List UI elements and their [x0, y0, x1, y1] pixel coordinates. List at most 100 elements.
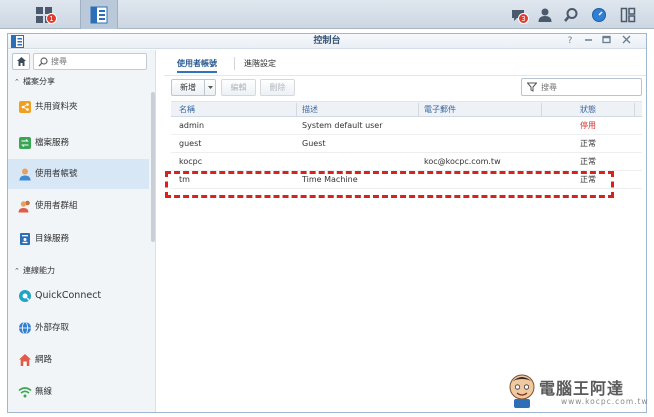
search-icon [564, 7, 578, 22]
table-row[interactable]: guest Guest 正常 [171, 135, 642, 153]
search-icon [38, 57, 48, 67]
notification-button[interactable]: 3 [506, 0, 530, 29]
help-button[interactable]: ? [564, 35, 576, 47]
sidebar-item-label: 無線 [35, 387, 53, 397]
section-connectivity[interactable]: ⌃ 連線能力 [14, 264, 55, 278]
close-button[interactable] [620, 35, 632, 47]
control-panel-window: 控制台 ? ⌃檔案分享 [7, 33, 647, 413]
resource-monitor-button[interactable] [588, 0, 610, 29]
column-divider [634, 103, 635, 116]
minimize-button[interactable] [582, 35, 594, 47]
sidebar-item-label: 網路 [35, 355, 53, 365]
sidebar-item-label: QuickConnect [35, 290, 102, 301]
column-header-email[interactable]: 電子郵件 [424, 102, 456, 117]
gauge-icon [592, 7, 606, 22]
maximize-icon [601, 35, 611, 44]
sidebar-item-quickconnect[interactable]: QuickConnect [8, 281, 149, 311]
watermark-text: 電腦王阿達 [539, 379, 625, 398]
sidebar-item-user-accounts[interactable]: 使用者帳號 [8, 159, 149, 189]
cell-name: guest [179, 139, 202, 148]
mascot-logo [509, 374, 535, 408]
user-icon [538, 8, 552, 22]
column-divider [541, 103, 542, 116]
sidebar-search-input[interactable] [51, 55, 141, 68]
cell-description: Time Machine [302, 175, 358, 184]
cell-email: koc@kocpc.com.tw [424, 157, 501, 166]
chevron-up-icon: ⌃ [14, 267, 20, 275]
table-row[interactable]: tm Time Machine 正常 [171, 171, 642, 189]
column-header-description[interactable]: 描述 [302, 102, 318, 117]
sidebar-search[interactable] [33, 53, 147, 70]
sidebar: ⌃檔案分享 共用資料夾 檔案服務 使用者帳號 [8, 50, 156, 412]
home-button[interactable] [12, 53, 30, 70]
cell-name: tm [179, 175, 190, 184]
column-divider [418, 103, 419, 116]
sidebar-item-directory-service[interactable]: 目錄服務 [8, 224, 149, 254]
wireless-icon [18, 387, 32, 398]
widgets-button[interactable] [617, 0, 639, 29]
search-button[interactable] [560, 0, 582, 29]
user-menu-button[interactable] [534, 0, 556, 29]
filter-search[interactable] [521, 78, 642, 96]
column-divider [296, 103, 297, 116]
tab-bar: 使用者帳號 進階設定 [164, 50, 646, 75]
quickconnect-icon [19, 290, 31, 302]
table-row[interactable]: admin System default user 停用 [171, 117, 642, 135]
cell-name: kocpc [179, 157, 203, 166]
sidebar-item-network[interactable]: 網路 [8, 345, 149, 375]
tab-advanced-settings[interactable]: 進階設定 [244, 54, 276, 73]
external-access-icon [19, 321, 31, 335]
sidebar-item-label: 目錄服務 [35, 234, 70, 244]
watermark: 電腦王阿達 www.kocpc.com.tw [503, 372, 648, 410]
delete-button[interactable]: 刪除 [260, 79, 295, 96]
tab-user-accounts[interactable]: 使用者帳號 [177, 54, 217, 73]
cell-status: 正常 [580, 157, 596, 166]
notification-badge: 3 [518, 13, 529, 24]
table-row[interactable]: kocpc koc@kocpc.com.tw 正常 [171, 153, 642, 171]
cell-name: admin [179, 121, 205, 130]
watermark-url: www.kocpc.com.tw [561, 397, 649, 406]
chevron-down-icon [207, 86, 213, 89]
sidebar-item-wireless[interactable]: 無線 [8, 377, 149, 407]
user-icon [19, 168, 31, 181]
sidebar-item-external-access[interactable]: 外部存取 [8, 313, 149, 343]
edit-button[interactable]: 編輯 [221, 79, 256, 96]
sidebar-item-user-groups[interactable]: 使用者群組 [8, 191, 149, 221]
cell-description: System default user [302, 121, 383, 130]
main-menu-badge: 1 [46, 13, 57, 24]
filter-search-input[interactable] [541, 81, 636, 93]
widgets-icon [620, 7, 636, 22]
sidebar-item-shared-folder[interactable]: 共用資料夾 [8, 92, 149, 122]
table-header: 名稱 描述 電子郵件 狀態 [171, 101, 642, 117]
control-panel-taskbar-button[interactable] [80, 0, 118, 29]
control-panel-icon [90, 6, 108, 23]
tab-underline [164, 75, 646, 76]
main-content: 使用者帳號 進階設定 新增 編輯 刪除 名稱 描述 電子郵件 狀態 [164, 50, 646, 412]
home-icon [16, 57, 26, 66]
section-label: 檔案分享 [23, 77, 55, 86]
filter-icon [527, 82, 537, 92]
close-icon [622, 35, 630, 44]
shared-folder-icon [19, 101, 31, 113]
cell-status: 停用 [580, 121, 596, 130]
sidebar-item-label: 使用者群組 [35, 201, 78, 211]
column-header-name[interactable]: 名稱 [179, 102, 195, 117]
sidebar-item-file-services[interactable]: 檔案服務 [8, 128, 149, 158]
section-file-sharing[interactable]: ⌃ 檔案分享 [14, 75, 55, 89]
create-button[interactable]: 新增 [171, 79, 204, 96]
cell-description: Guest [302, 139, 326, 148]
main-menu-button[interactable]: 1 [28, 0, 60, 29]
network-icon [19, 354, 31, 366]
sidebar-scrollbar[interactable] [151, 92, 155, 242]
tab-divider [234, 57, 235, 70]
file-services-icon [19, 137, 31, 149]
window-titlebar[interactable]: 控制台 ? [8, 34, 646, 49]
group-icon [18, 200, 30, 213]
cell-status: 正常 [580, 175, 596, 184]
taskbar: 1 3 [0, 0, 654, 29]
directory-icon [20, 233, 30, 245]
chevron-up-icon: ⌃ [14, 78, 20, 86]
create-dropdown-button[interactable] [204, 79, 216, 96]
maximize-button[interactable] [600, 35, 612, 47]
column-header-status[interactable]: 狀態 [580, 102, 596, 117]
